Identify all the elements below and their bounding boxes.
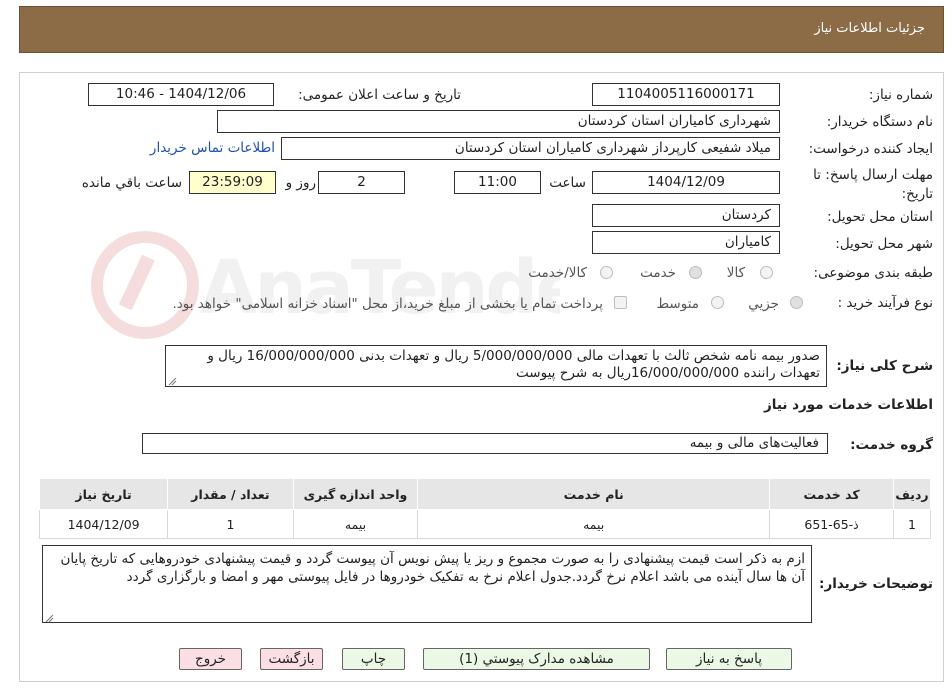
treasury-note: پرداخت تمام یا بخشی از مبلغ خرید،از محل … <box>172 296 603 312</box>
delivery-province-field: کردستان <box>592 204 780 227</box>
need-date-cell: 1404/12/09 <box>38 509 169 539</box>
svg-text:AnaTender.neT: AnaTender.neT <box>200 245 560 331</box>
table-row: 1 ذ-65-651 بیمه بیمه 1 1404/12/09 <box>38 509 931 539</box>
service-group-field: فعالیت‌های مالی و بیمه <box>142 433 828 454</box>
category-goods-label: کالا <box>726 265 745 281</box>
deadline-days-field: 2 <box>318 171 405 194</box>
delivery-city-field: کامیاران <box>592 231 780 254</box>
row-number-cell: 1 <box>893 509 931 539</box>
category-service-label: خدمت <box>640 265 676 281</box>
announce-datetime-label: تاریخ و ساعت اعلان عمومی: <box>298 87 461 103</box>
buyer-notes-label: توضیحات خریدار: <box>819 576 933 592</box>
category-goods-service-radio[interactable] <box>600 266 613 279</box>
delivery-city-label: شهر محل تحویل: <box>835 236 933 252</box>
service-name-cell: بیمه <box>417 509 771 539</box>
purchase-partial-radio[interactable] <box>790 296 803 309</box>
quantity-cell: 1 <box>167 509 294 539</box>
col-row-header: ردیف <box>893 478 931 510</box>
page-header: جزئیات اطلاعات نیاز <box>19 6 944 53</box>
buyer-org-label: نام دستگاه خریدار: <box>826 114 933 130</box>
unit-cell: بیمه <box>292 509 419 539</box>
reply-button[interactable]: پاسخ به نیاز <box>666 648 792 670</box>
service-group-label: گروه خدمت: <box>850 437 933 453</box>
view-attachments-button[interactable]: مشاهده مدارک پیوستي (1) <box>423 648 650 670</box>
col-qty-header: تعداد / مقدار <box>167 478 294 510</box>
notes-resize-grip-icon <box>45 612 54 627</box>
remaining-time-label: ساعت باقي مانده <box>81 175 182 191</box>
general-description-textarea: صدور بیمه نامه شخص ثالث با تعهدات مالی 5… <box>165 345 827 387</box>
category-label: طبقه بندی موضوعی: <box>813 265 933 281</box>
back-button[interactable]: بازگشت <box>260 648 323 670</box>
requester-label: ایجاد کننده درخواست: <box>808 141 933 157</box>
buyer-org-field: شهرداری کامیاران استان کردستان <box>217 110 780 133</box>
category-service-radio[interactable] <box>689 266 702 279</box>
purchase-medium-label: متوسط <box>656 296 699 312</box>
treasury-checkbox[interactable] <box>614 296 627 309</box>
col-code-header: کد خدمت <box>769 478 895 510</box>
buyer-contact-link[interactable]: اطلاعات تماس خریدار <box>150 140 275 156</box>
deadline-date-field: 1404/12/09 <box>592 171 780 194</box>
purchase-type-label: نوع فرآیند خرید : <box>837 295 933 311</box>
services-table: ردیف کد خدمت نام خدمت واحد اندازه گیری ت… <box>38 478 931 539</box>
print-button[interactable]: چاپ <box>342 648 405 670</box>
category-goods-radio[interactable] <box>760 266 773 279</box>
purchase-partial-label: جزیي <box>748 296 779 312</box>
deadline-label: مهلت ارسال پاسخ: تا تاریخ: <box>813 167 933 202</box>
deadline-time-field: 11:00 <box>454 171 541 194</box>
delivery-province-label: استان محل تحویل: <box>827 209 933 225</box>
anatender-watermark: AnaTender.neT <box>90 225 781 349</box>
exit-button[interactable]: خروج <box>179 648 242 670</box>
requester-field: میلاد شفیعی کارپرداز شهرداری کامیاران اس… <box>281 137 780 160</box>
col-unit-header: واحد اندازه گیری <box>292 478 419 510</box>
need-number-field: 1104005116000171 <box>592 83 780 106</box>
anatender-logo-icon: AnaTender.neT <box>91 231 781 339</box>
table-header-row: ردیف کد خدمت نام خدمت واحد اندازه گیری ت… <box>38 478 931 510</box>
buyer-notes-textarea: ازم به ذکر است قیمت پیشنهادی را به صورت … <box>42 545 812 623</box>
page-title: جزئیات اطلاعات نیاز <box>814 21 925 36</box>
category-goods-service-label: کالا/خدمت <box>528 265 587 281</box>
need-number-label: شماره نیاز: <box>868 87 933 103</box>
col-date-header: تاریخ نیاز <box>38 478 169 510</box>
services-section-title: اطلاعات خدمات مورد نیاز <box>763 397 933 413</box>
remaining-time-field: 23:59:09 <box>189 171 276 194</box>
days-label: روز و <box>285 175 316 191</box>
purchase-medium-radio[interactable] <box>711 296 724 309</box>
deadline-time-label: ساعت <box>549 175 586 191</box>
service-code-cell: ذ-65-651 <box>769 509 895 539</box>
announce-datetime-field: 1404/12/06 - 10:46 <box>88 83 274 106</box>
col-name-header: نام خدمت <box>417 478 771 510</box>
general-description-label: شرح کلی نیاز: <box>836 358 933 374</box>
resize-grip-icon <box>168 375 177 390</box>
